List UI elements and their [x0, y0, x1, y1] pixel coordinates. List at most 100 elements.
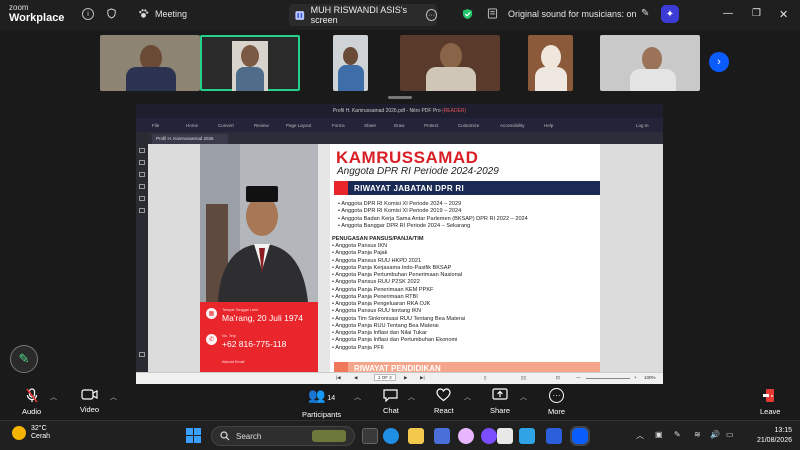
share-indicator[interactable]: MUH RISWANDI ASIS's screen ···: [289, 4, 437, 26]
participant-tile[interactable]: [528, 35, 573, 91]
taskbar-clock[interactable]: 13:15 21/08/2026: [752, 426, 792, 446]
store-icon[interactable]: [497, 428, 513, 444]
audio-options-caret[interactable]: ︿: [50, 392, 57, 402]
pdf-viewport[interactable]: KAMRUSSAMAD Anggota DPR RI Periode 2024-…: [148, 144, 663, 372]
more-options-icon[interactable]: ···: [426, 9, 437, 21]
info-button[interactable]: i: [82, 8, 94, 20]
encryption-status[interactable]: [462, 8, 473, 20]
sun-icon: [12, 426, 26, 440]
original-sound-toggle[interactable]: Original sound for musicians: on: [487, 8, 637, 19]
volume-icon[interactable]: 🔊: [710, 430, 720, 439]
last-page-icon[interactable]: ▶|: [420, 375, 425, 381]
menu-review[interactable]: Review: [254, 123, 269, 128]
next-participants-button[interactable]: ›: [709, 52, 729, 72]
zoom-out-icon[interactable]: —: [576, 375, 581, 380]
search-icon: [220, 431, 230, 441]
menu-page-layout[interactable]: Page Layout: [286, 123, 311, 128]
more-button[interactable]: ··· More: [548, 388, 565, 416]
participant-tile[interactable]: [333, 35, 368, 91]
notepad-icon[interactable]: [519, 428, 535, 444]
weather-widget[interactable]: 32°C Cerah: [12, 425, 50, 441]
video-options-caret[interactable]: ︿: [110, 392, 117, 402]
menu-home[interactable]: Home: [186, 123, 198, 128]
edit-button[interactable]: ✎: [641, 8, 649, 19]
audio-button[interactable]: Audio: [22, 388, 41, 416]
wifi-icon[interactable]: ≋: [694, 430, 701, 439]
close-button[interactable]: ✕: [779, 8, 788, 21]
menu-forms[interactable]: Forms: [332, 123, 345, 128]
battery-icon[interactable]: ▭: [726, 430, 734, 439]
participant-tile[interactable]: [100, 35, 200, 91]
chat-bubble-icon: [383, 389, 399, 402]
pdf-document-tab[interactable]: Profil H. Kamrussamad 2026: [152, 134, 228, 144]
strip-resize-handle[interactable]: [388, 96, 412, 99]
layers-icon[interactable]: [139, 196, 145, 201]
divider-strip: [318, 144, 330, 372]
tray-overflow-icon[interactable]: ︿: [636, 430, 644, 441]
restore-button[interactable]: ❐: [752, 8, 761, 19]
attachments-icon[interactable]: [139, 184, 145, 189]
file-explorer-icon[interactable]: [408, 428, 424, 444]
search-panel-icon[interactable]: [139, 208, 145, 213]
copilot-icon[interactable]: [458, 428, 474, 444]
phone-icon: ✆: [206, 334, 217, 345]
participant-tile[interactable]: [400, 35, 500, 91]
photos-icon[interactable]: [481, 428, 497, 444]
chat-options-caret[interactable]: ︿: [408, 392, 415, 402]
leave-button[interactable]: Leave: [760, 388, 780, 416]
security-button[interactable]: [106, 8, 117, 19]
pen-icon[interactable]: ✎: [674, 430, 681, 439]
menu-share[interactable]: Share: [364, 123, 376, 128]
login-link[interactable]: Log In: [636, 123, 649, 128]
participant-tile-active-speaker[interactable]: [200, 35, 300, 91]
page-indicator[interactable]: 1 OF 2: [374, 374, 396, 381]
settings-icon[interactable]: [139, 352, 145, 357]
two-page-icon[interactable]: ▯▯: [521, 375, 526, 381]
share-options-caret[interactable]: ︿: [520, 392, 527, 402]
bookmarks-icon[interactable]: [139, 160, 145, 165]
annotate-button[interactable]: ✎: [10, 345, 38, 373]
menu-file[interactable]: File: [152, 123, 159, 128]
participants-options-caret[interactable]: ︿: [354, 392, 361, 402]
zoom-app-icon[interactable]: [572, 428, 588, 444]
participant-face: [541, 45, 561, 69]
meeting-toolbar: Audio ︿ Video ︿ 👥 14 Participants ︿ Chat …: [0, 384, 800, 420]
comments-icon[interactable]: [139, 172, 145, 177]
zoom-slider[interactable]: [586, 378, 630, 379]
single-page-icon[interactable]: ▯: [484, 375, 486, 381]
react-options-caret[interactable]: ︿: [464, 392, 471, 402]
zoom-level[interactable]: 100%: [644, 375, 656, 380]
minimize-button[interactable]: —: [723, 8, 733, 19]
zoom-in-icon[interactable]: +: [634, 375, 637, 380]
menu-draw[interactable]: Draw: [394, 123, 405, 128]
meet-now-icon[interactable]: ▣: [655, 430, 663, 439]
meeting-menu[interactable]: Meeting: [138, 8, 187, 19]
fit-page-icon[interactable]: ⊡: [556, 375, 560, 381]
participants-button[interactable]: 👥 14 Participants: [302, 388, 341, 419]
chat-button[interactable]: Chat: [383, 388, 399, 415]
start-button[interactable]: [186, 428, 201, 443]
participants-count: 14: [327, 395, 336, 402]
menu-protect[interactable]: Protect: [424, 123, 438, 128]
menu-customize[interactable]: Customize: [458, 123, 479, 128]
video-button[interactable]: Video: [80, 388, 99, 414]
pencil-icon: ✎: [18, 351, 30, 366]
menu-help[interactable]: Help: [544, 123, 553, 128]
prev-page-icon[interactable]: ◀: [354, 375, 357, 381]
first-page-icon[interactable]: |◀: [336, 375, 341, 381]
taskbar-search[interactable]: Search: [211, 426, 355, 446]
paw-icon: [139, 9, 149, 18]
edge-browser-icon[interactable]: [383, 428, 399, 444]
outlook-icon[interactable]: [434, 428, 450, 444]
next-page-icon[interactable]: ▶: [404, 375, 407, 381]
pages-icon[interactable]: [139, 148, 145, 153]
word-icon[interactable]: [546, 428, 562, 444]
react-button[interactable]: React: [434, 388, 454, 415]
menu-convert[interactable]: Convert: [218, 123, 234, 128]
ai-companion-button[interactable]: ✦: [661, 5, 679, 23]
menu-accessibility[interactable]: Accessibility: [500, 123, 525, 128]
share-button[interactable]: Share: [490, 388, 510, 415]
task-view-icon[interactable]: [362, 428, 378, 444]
clock-date: 21/08/2026: [756, 437, 792, 444]
participant-tile[interactable]: [600, 35, 700, 91]
